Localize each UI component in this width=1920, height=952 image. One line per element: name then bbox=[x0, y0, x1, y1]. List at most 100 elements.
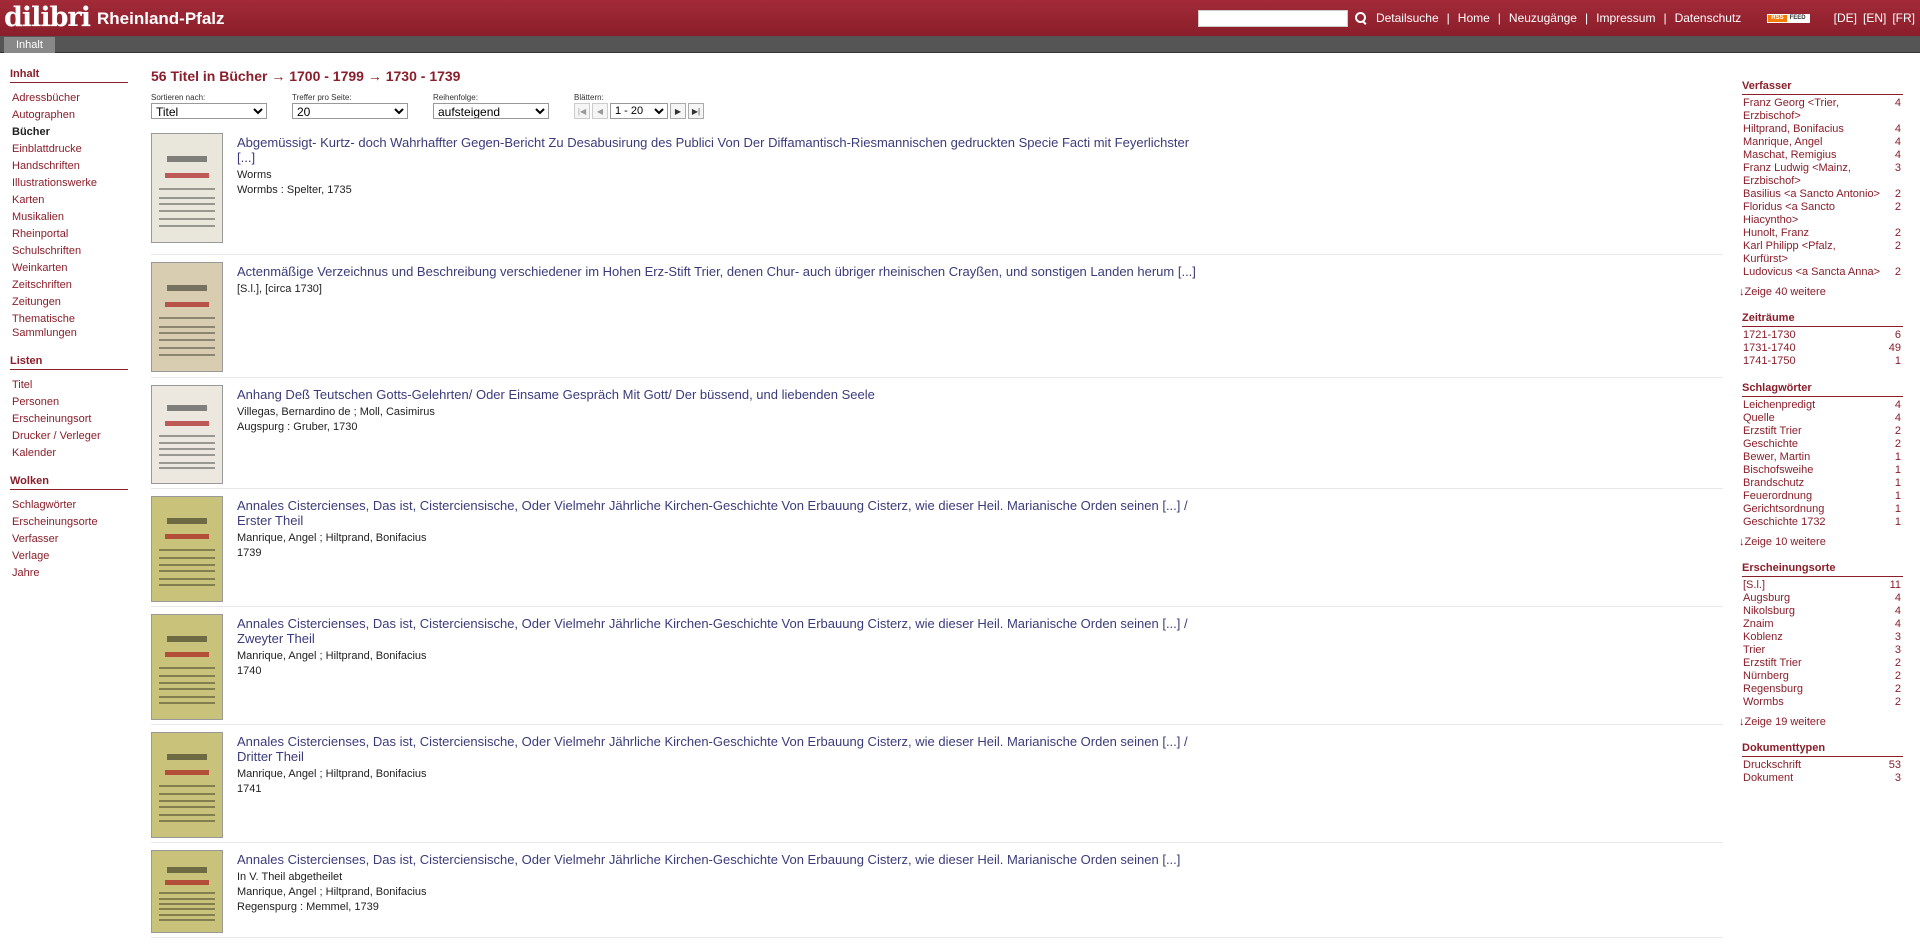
nav-impressum[interactable]: Impressum bbox=[1596, 11, 1655, 25]
facet-entry[interactable]: Nikolsburg 4 bbox=[1742, 605, 1903, 618]
result-thumbnail[interactable] bbox=[151, 732, 223, 838]
sidebar-item-erscheinungsort[interactable]: Erscheinungsort bbox=[10, 410, 128, 427]
result-title-link[interactable]: Actenmäßige Verzeichnus und Beschreibung… bbox=[237, 264, 1196, 279]
sidebar-item-schulschriften[interactable]: Schulschriften bbox=[10, 242, 128, 259]
sidebar-item-thematische-sammlungen[interactable]: Thematische Sammlungen bbox=[10, 310, 128, 341]
nav-datenschutz[interactable]: Datenschutz bbox=[1675, 11, 1742, 25]
sidebar-item-drucker-verleger[interactable]: Drucker / Verleger bbox=[10, 427, 128, 444]
facet-entry[interactable]: 1741-1750 1 bbox=[1742, 355, 1903, 368]
facet-entry[interactable]: Manrique, Angel 4 bbox=[1742, 136, 1903, 149]
facet-entry[interactable]: Hunolt, Franz 2 bbox=[1742, 227, 1903, 240]
pager-next-icon[interactable]: ▶ bbox=[670, 103, 686, 119]
nav-neuzugaenge[interactable]: Neuzugänge bbox=[1509, 11, 1577, 25]
result-title-link[interactable]: Annales Cistercienses, Das ist, Cisterci… bbox=[237, 734, 1197, 764]
facet-entry[interactable]: 1721-1730 6 bbox=[1742, 329, 1903, 342]
facet-entry[interactable]: Augsburg 4 bbox=[1742, 592, 1903, 605]
facet-entry[interactable]: Wormbs 2 bbox=[1742, 696, 1903, 709]
pager-last-icon[interactable]: ▶| bbox=[688, 103, 704, 119]
pager-first-icon[interactable]: |◀ bbox=[574, 103, 590, 119]
lang-fr[interactable]: [FR] bbox=[1892, 11, 1915, 25]
result-title-link[interactable]: Abgemüssigt- Kurtz- doch Wahrhaffter Geg… bbox=[237, 135, 1197, 165]
sidebar-item-kalender[interactable]: Kalender bbox=[10, 444, 128, 461]
sidebar-item-schlagwörter[interactable]: Schlagwörter bbox=[10, 496, 128, 513]
sidebar-item-autographen[interactable]: Autographen bbox=[10, 106, 128, 123]
sidebar-item-handschriften[interactable]: Handschriften bbox=[10, 157, 128, 174]
result-thumbnail[interactable] bbox=[151, 133, 223, 243]
sidebar-item-zeitschriften[interactable]: Zeitschriften bbox=[10, 276, 128, 293]
facet-show-more-link[interactable]: Zeige 19 weitere bbox=[1739, 716, 1903, 728]
sidebar-item-jahre[interactable]: Jahre bbox=[10, 564, 128, 581]
facet-show-more-link[interactable]: Zeige 40 weitere bbox=[1739, 286, 1903, 298]
facet-entry[interactable]: Feuerordnung 1 bbox=[1742, 490, 1903, 503]
result-title-link[interactable]: Annales Cistercienses, Das ist, Cisterci… bbox=[237, 852, 1180, 867]
result-title-link[interactable]: Annales Cistercienses, Das ist, Cisterci… bbox=[237, 616, 1197, 646]
facet-entry[interactable]: [S.l.] 11 bbox=[1742, 579, 1903, 592]
facet-entry[interactable]: Franz Ludwig <Mainz, Erzbischof> 3 bbox=[1742, 162, 1903, 188]
facet-entry[interactable]: Floridus <a Sancto Hiacyntho> 2 bbox=[1742, 201, 1903, 227]
facet-entry[interactable]: Franz Georg <Trier, Erzbischof> 4 bbox=[1742, 97, 1903, 123]
sidebar-item-karten[interactable]: Karten bbox=[10, 191, 128, 208]
lang-de[interactable]: [DE] bbox=[1834, 11, 1857, 25]
facet-entry[interactable]: Maschat, Remigius 4 bbox=[1742, 149, 1903, 162]
result-thumbnail[interactable] bbox=[151, 496, 223, 602]
result-body: Anhang Deß Teutschen Gotts-Gelehrten/ Od… bbox=[237, 385, 875, 488]
facet-entry[interactable]: Znaim 4 bbox=[1742, 618, 1903, 631]
lang-en[interactable]: [EN] bbox=[1863, 11, 1886, 25]
sort-select[interactable]: Titel bbox=[151, 103, 267, 119]
result-thumbnail[interactable] bbox=[151, 614, 223, 720]
page-select[interactable]: 1 - 20 bbox=[610, 103, 668, 119]
facet-entry[interactable]: Trier 3 bbox=[1742, 644, 1903, 657]
sidebar-item-illustrationswerke[interactable]: Illustrationswerke bbox=[10, 174, 128, 191]
result-thumbnail[interactable] bbox=[151, 385, 223, 484]
sidebar-item-titel[interactable]: Titel bbox=[10, 376, 128, 393]
facet-entry[interactable]: 1731-1740 49 bbox=[1742, 342, 1903, 355]
nav-detailsuche[interactable]: Detailsuche bbox=[1376, 11, 1439, 25]
facet-entry[interactable]: Bischofsweihe 1 bbox=[1742, 464, 1903, 477]
sidebar-item-zeitungen[interactable]: Zeitungen bbox=[10, 293, 128, 310]
sidebar-item-verfasser[interactable]: Verfasser bbox=[10, 530, 128, 547]
pager-prev-icon[interactable]: ◀ bbox=[592, 103, 608, 119]
sidebar-item-erscheinungsorte[interactable]: Erscheinungsorte bbox=[10, 513, 128, 530]
nav-home[interactable]: Home bbox=[1458, 11, 1490, 25]
sidebar-item-bücher[interactable]: Bücher bbox=[10, 123, 128, 140]
result-thumbnail[interactable] bbox=[151, 850, 223, 933]
facet-entry[interactable]: Regensburg 2 bbox=[1742, 683, 1903, 696]
quick-search-input[interactable] bbox=[1197, 9, 1348, 27]
sidebar-item-rheinportal[interactable]: Rheinportal bbox=[10, 225, 128, 242]
facet-entry[interactable]: Ludovicus <a Sancta Anna> 2 bbox=[1742, 266, 1903, 279]
facet-entry[interactable]: Dokument 3 bbox=[1742, 772, 1903, 785]
facet-entry[interactable]: Karl Philipp <Pfalz, Kurfürst> 2 bbox=[1742, 240, 1903, 266]
facet-entry[interactable]: Erzstift Trier 2 bbox=[1742, 657, 1903, 670]
facet-entry[interactable]: Geschichte 1732 1 bbox=[1742, 516, 1903, 529]
facet-schlagwörter: Schlagwörter Leichenpredigt 4 Quelle 4 Erzsti… bbox=[1742, 382, 1903, 548]
facet-entry[interactable]: Hiltprand, Bonifacius 4 bbox=[1742, 123, 1903, 136]
facet-entry[interactable]: Brandschutz 1 bbox=[1742, 477, 1903, 490]
facet-show-more-link[interactable]: Zeige 10 weitere bbox=[1739, 536, 1903, 548]
site-logo[interactable]: dilibri Rheinland-Pfalz bbox=[0, 0, 225, 36]
facet-entry[interactable]: Koblenz 3 bbox=[1742, 631, 1903, 644]
result-title-link[interactable]: Annales Cistercienses, Das ist, Cisterci… bbox=[237, 498, 1197, 528]
facet-entry[interactable]: Erzstift Trier 2 bbox=[1742, 425, 1903, 438]
facet-entry[interactable]: Gerichtsordnung 1 bbox=[1742, 503, 1903, 516]
facet-entry-label: Geschichte bbox=[1743, 438, 1799, 450]
facet-entry[interactable]: Nürnberg 2 bbox=[1742, 670, 1903, 683]
search-icon[interactable] bbox=[1354, 11, 1368, 25]
facet-entry[interactable]: Quelle 4 bbox=[1742, 412, 1903, 425]
facet-entry[interactable]: Druckschrift 53 bbox=[1742, 759, 1903, 772]
sidebar-item-adressbücher[interactable]: Adressbücher bbox=[10, 89, 128, 106]
tab-inhalt[interactable]: Inhalt bbox=[4, 37, 55, 53]
sidebar-item-weinkarten[interactable]: Weinkarten bbox=[10, 259, 128, 276]
result-thumbnail[interactable] bbox=[151, 262, 223, 372]
facet-entry[interactable]: Leichenpredigt 4 bbox=[1742, 399, 1903, 412]
sidebar-item-musikalien[interactable]: Musikalien bbox=[10, 208, 128, 225]
sidebar-item-personen[interactable]: Personen bbox=[10, 393, 128, 410]
result-title-link[interactable]: Anhang Deß Teutschen Gotts-Gelehrten/ Od… bbox=[237, 387, 875, 402]
per-page-select[interactable]: 20 bbox=[292, 103, 408, 119]
facet-entry[interactable]: Bewer, Martin 1 bbox=[1742, 451, 1903, 464]
order-select[interactable]: aufsteigend bbox=[433, 103, 549, 119]
facet-entry[interactable]: Basilius <a Sancto Antonio> 2 bbox=[1742, 188, 1903, 201]
sidebar-item-verlage[interactable]: Verlage bbox=[10, 547, 128, 564]
facet-entry[interactable]: Geschichte 2 bbox=[1742, 438, 1903, 451]
rss-feed-icon[interactable]: RSS FEED bbox=[1767, 13, 1810, 23]
sidebar-item-einblattdrucke[interactable]: Einblattdrucke bbox=[10, 140, 128, 157]
